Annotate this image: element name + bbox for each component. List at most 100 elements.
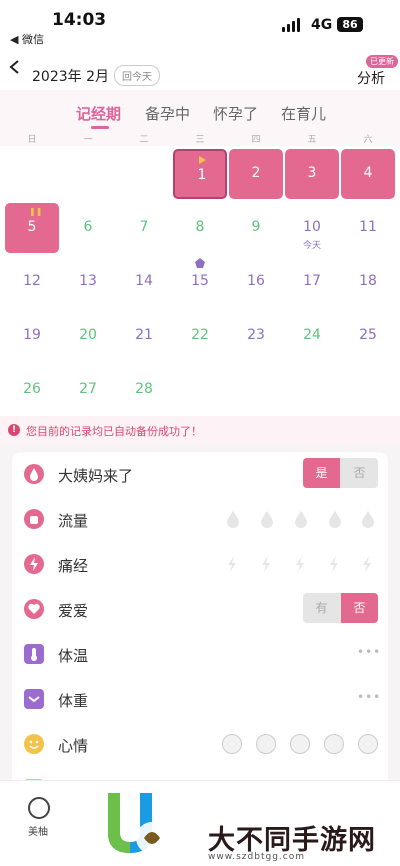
- calendar-day-number: 1: [197, 167, 207, 183]
- calendar-day[interactable]: 16: [229, 257, 283, 307]
- weekday-label: 三: [195, 135, 205, 145]
- weekday-label: 一: [83, 135, 93, 145]
- weight-row[interactable]: 体重 •••: [12, 677, 388, 722]
- love-no-button[interactable]: 否: [341, 593, 378, 623]
- weekday-header: 日 一 二 三 四 五 六: [0, 130, 400, 146]
- period-no-button[interactable]: 否: [341, 458, 378, 488]
- temperature-row[interactable]: 体温 •••: [12, 632, 388, 677]
- back-arrow-icon[interactable]: [8, 60, 22, 74]
- cramps-bolt-icon[interactable]: [226, 555, 238, 577]
- calendar-day[interactable]: 27: [61, 365, 115, 415]
- calendar-day-number: 18: [359, 273, 377, 289]
- cramps-bolt-icon[interactable]: [260, 555, 272, 577]
- back-to-app-link[interactable]: ◀ 微信: [10, 31, 44, 47]
- weekday-label: 四: [251, 135, 261, 145]
- mood-label: 心情: [58, 737, 89, 755]
- active-tab-indicator: [91, 126, 109, 129]
- period-yes-button[interactable]: 是: [303, 458, 340, 488]
- signal-icon: [282, 18, 304, 32]
- meiyou-tab-label[interactable]: 美柚: [28, 823, 48, 838]
- pad-icon: [24, 509, 44, 529]
- calendar-day[interactable]: 3: [285, 149, 339, 199]
- calendar-day[interactable]: 2: [229, 149, 283, 199]
- calendar-day-number: 7: [139, 219, 149, 235]
- network-label: 4G: [311, 17, 333, 33]
- calendar-day[interactable]: 19: [5, 311, 59, 361]
- cramps-bolt-icon[interactable]: [361, 555, 373, 577]
- cramps-label: 痛经: [58, 557, 89, 575]
- weight-label: 体重: [58, 692, 89, 710]
- status-time: 14:03: [52, 10, 107, 30]
- tab-pregnant[interactable]: 怀孕了: [213, 103, 258, 124]
- love-toggle: 有 否: [303, 593, 378, 623]
- more-icon[interactable]: •••: [357, 690, 381, 704]
- calendar-day-number: 11: [359, 219, 377, 235]
- cramps-bolt-icon[interactable]: [294, 555, 306, 577]
- calendar-day-number: 2: [251, 165, 261, 181]
- calendar-grid: 1 2 3 4 ❚❚ 5 6 7 8 9 10 今天 11 12 13 14 15 16 17 18 19 20 21 22 2…: [0, 146, 400, 416]
- calendar-day[interactable]: 1: [173, 149, 227, 199]
- calendar-day[interactable]: 24: [285, 311, 339, 361]
- mood-face-icon[interactable]: [222, 734, 242, 754]
- smiley-icon: [24, 734, 44, 754]
- love-label: 爱爱: [58, 602, 89, 620]
- calendar-day[interactable]: 28: [117, 365, 171, 415]
- thermometer-icon: [24, 644, 44, 664]
- calendar-day-number: 8: [195, 219, 205, 235]
- calendar-day-number: 25: [359, 327, 377, 343]
- calendar-day[interactable]: 17: [285, 257, 339, 307]
- watermark-logo-icon: [108, 793, 160, 854]
- backup-notice-text: 您目前的记录均已自动备份成功了！: [26, 425, 202, 438]
- tab-parenting[interactable]: 在育儿: [281, 103, 326, 124]
- flow-drop-icon[interactable]: [260, 510, 274, 532]
- calendar-day-number: 23: [247, 327, 265, 343]
- calendar-day[interactable]: 20: [61, 311, 115, 361]
- back-to-today-button[interactable]: 回今天: [114, 65, 160, 86]
- calendar-day[interactable]: 12: [5, 257, 59, 307]
- meiyou-reel-icon[interactable]: [28, 797, 50, 819]
- mood-face-icon[interactable]: [324, 734, 344, 754]
- flow-drop-icon[interactable]: [361, 510, 375, 532]
- flow-drop-icon[interactable]: [226, 510, 240, 532]
- calendar-day[interactable]: 26: [5, 365, 59, 415]
- cramps-bolt-icon[interactable]: [328, 555, 340, 577]
- weekday-label: 五: [307, 135, 317, 145]
- love-yes-button[interactable]: 有: [303, 593, 340, 623]
- calendar-day[interactable]: 11: [341, 203, 395, 253]
- calendar-day[interactable]: 7: [117, 203, 171, 253]
- calendar-day[interactable]: 23: [229, 311, 283, 361]
- calendar-day-number: 21: [135, 327, 153, 343]
- calendar-day[interactable]: 13: [61, 257, 115, 307]
- battery-icon: 86: [337, 17, 363, 32]
- calendar-day[interactable]: 25: [341, 311, 395, 361]
- tab-period[interactable]: 记经期: [76, 103, 121, 124]
- calendar-day[interactable]: ❚❚ 5: [5, 203, 59, 253]
- analysis-button[interactable]: 分析: [357, 68, 385, 88]
- calendar-day[interactable]: 14: [117, 257, 171, 307]
- calendar-day[interactable]: 9: [229, 203, 283, 253]
- mood-face-icon[interactable]: [256, 734, 276, 754]
- calendar-day[interactable]: 22: [173, 311, 227, 361]
- calendar-day[interactable]: 10 今天: [285, 203, 339, 253]
- mood-face-icon[interactable]: [358, 734, 378, 754]
- calendar-day[interactable]: 4: [341, 149, 395, 199]
- more-icon[interactable]: •••: [357, 645, 381, 659]
- calendar-day[interactable]: 15: [173, 257, 227, 307]
- calendar-day-number: 10: [303, 219, 321, 235]
- calendar-day[interactable]: 8: [173, 203, 227, 253]
- calendar-day[interactable]: 18: [341, 257, 395, 307]
- tab-trying[interactable]: 备孕中: [145, 103, 190, 124]
- temperature-label: 体温: [58, 647, 89, 665]
- calendar-day-number: 22: [191, 327, 209, 343]
- calendar-day[interactable]: 21: [117, 311, 171, 361]
- mode-tabs: 记经期 备孕中 怀孕了 在育儿: [0, 90, 400, 130]
- alert-icon: !: [8, 424, 20, 436]
- calendar-day-number: 9: [251, 219, 261, 235]
- update-badge: 已更新: [366, 55, 398, 68]
- period-row: 大姨妈来了 是 否: [12, 452, 388, 497]
- flow-drop-icon[interactable]: [294, 510, 308, 532]
- flow-row: 流量: [12, 497, 388, 542]
- calendar-day[interactable]: 6: [61, 203, 115, 253]
- flow-drop-icon[interactable]: [328, 510, 342, 532]
- mood-face-icon[interactable]: [290, 734, 310, 754]
